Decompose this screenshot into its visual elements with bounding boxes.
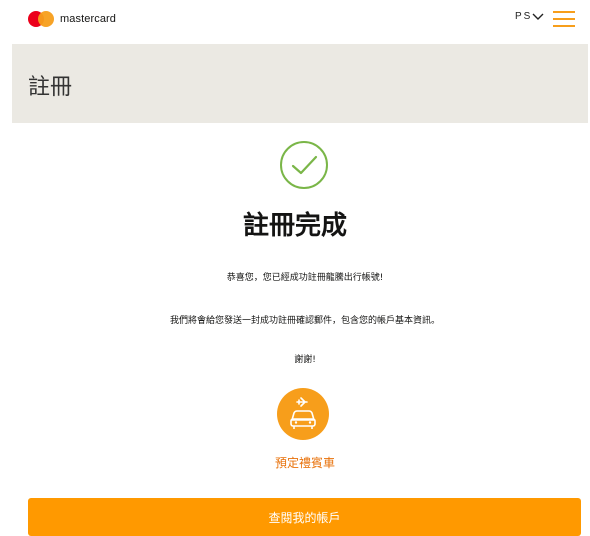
brand-wordmark: mastercard (60, 13, 117, 25)
mastercard-circles-icon (28, 11, 54, 27)
book-limousine-link[interactable]: 預定禮賓車 (0, 454, 590, 471)
mastercard-logo[interactable]: mastercard (28, 11, 116, 27)
car-plane-glyph (290, 397, 316, 429)
hamburger-menu-icon[interactable] (553, 9, 575, 29)
thanks-message: 謝謝! (294, 355, 316, 365)
checkmark-circle-icon (280, 141, 328, 189)
language-code: PS (515, 11, 533, 22)
success-heading: 註冊完成 (242, 211, 347, 241)
email-notice-message: 我們將會給您發送一封成功註冊確認郵件，包含您的帳戶基本資訊。 (169, 316, 440, 326)
view-my-account-button[interactable]: 查閱我的帳戶 (28, 498, 581, 536)
chevron-down-icon (532, 13, 544, 20)
page-title: 註冊 (28, 75, 73, 100)
language-selector[interactable]: PS (515, 11, 544, 22)
airport-car-icon[interactable] (277, 388, 329, 440)
orange-circle (38, 11, 54, 27)
top-navigation-bar: mastercard PS (0, 0, 590, 42)
page-banner: 註冊 (12, 44, 588, 123)
congrats-message: 恭喜您，您已經成功註冊龍騰出行帳號! (226, 273, 384, 283)
